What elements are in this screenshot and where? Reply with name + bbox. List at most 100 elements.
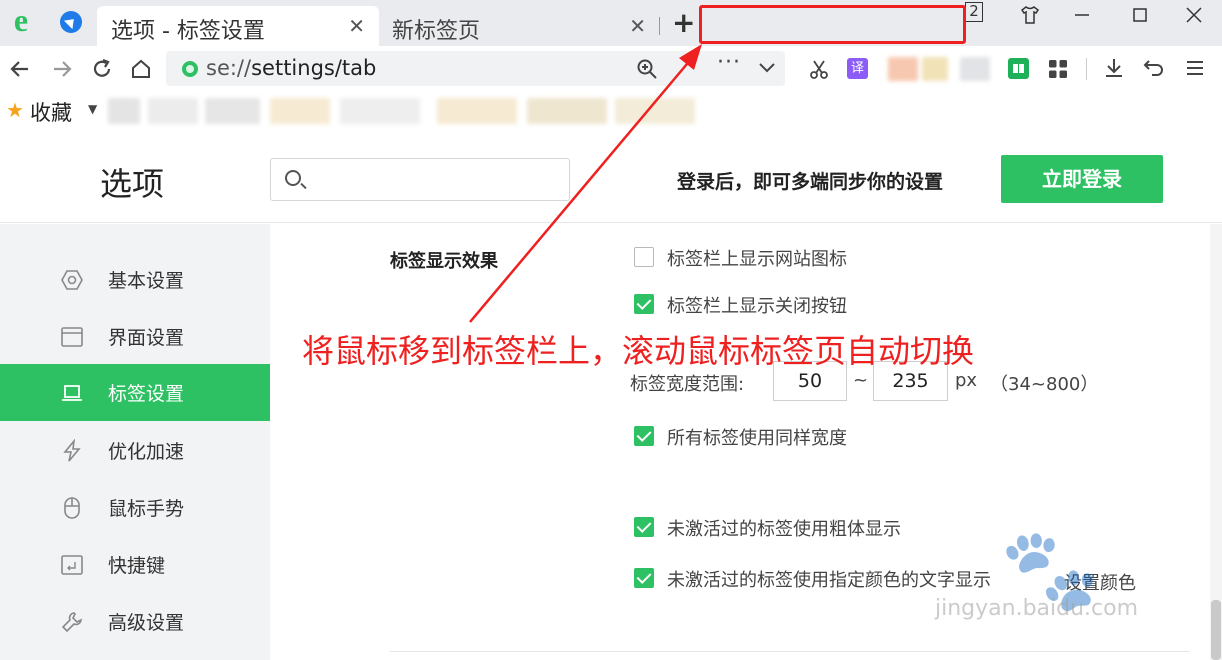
url-text[interactable]: se://settings/tab	[206, 56, 376, 80]
sidebar-item-interface[interactable]: 界面设置	[0, 308, 270, 365]
sidebar-item-label: 基本设置	[108, 270, 185, 292]
settings-search-input[interactable]	[270, 158, 570, 201]
toolbar-divider	[1086, 58, 1087, 80]
download-icon[interactable]	[1103, 57, 1125, 79]
skin-icon[interactable]	[1006, 0, 1054, 30]
reload-icon[interactable]	[90, 57, 114, 81]
blurred-bookmark[interactable]	[270, 98, 330, 124]
checkbox[interactable]	[634, 294, 654, 314]
home-icon[interactable]	[129, 57, 153, 81]
sidebar-item-label: 优化加速	[108, 441, 185, 463]
title-bar: e 选项 - 标签设置 ✕ 新标签页 ✕ + 2	[0, 0, 1222, 46]
annotation-text: 将鼠标移到标签栏上，滚动鼠标标签页自动切换	[302, 332, 975, 370]
sidebar-item-shortcuts[interactable]: 快捷键	[0, 536, 270, 593]
navigation-icon[interactable]	[60, 11, 82, 33]
sidebar-item-basic[interactable]: 基本设置	[0, 251, 270, 308]
caret-down-icon[interactable]: ▼	[88, 102, 97, 116]
divider	[390, 651, 1190, 652]
range-separator: ~	[853, 370, 869, 391]
tab-title: 新标签页	[392, 19, 481, 44]
login-button[interactable]: 立即登录	[1001, 155, 1163, 203]
maximize-icon[interactable]	[1116, 0, 1164, 30]
checkbox[interactable]	[634, 247, 654, 267]
hexagon-icon	[61, 270, 83, 290]
back-icon[interactable]	[8, 57, 32, 81]
option-label: 未激活过的标签使用粗体显示	[667, 519, 901, 540]
blurred-extension-icon[interactable]	[888, 57, 918, 81]
sidebar-item-label: 快捷键	[108, 555, 166, 577]
range-hint: （34~800）	[990, 374, 1099, 395]
minimize-icon[interactable]	[1058, 0, 1106, 30]
sync-prompt-text: 登录后，即可多端同步你的设置	[677, 171, 944, 193]
url-prefix: se://	[206, 56, 252, 80]
keyboard-icon	[61, 555, 83, 575]
blurred-extension-icon[interactable]	[960, 57, 990, 81]
zoom-icon[interactable]	[636, 58, 658, 80]
blurred-bookmark[interactable]	[615, 98, 695, 124]
sidebar-item-mouse-gesture[interactable]: 鼠标手势	[0, 479, 270, 536]
settings-header: 选项 登录后，即可多端同步你的设置 立即登录	[0, 131, 1222, 223]
apps-icon[interactable]	[1047, 58, 1069, 80]
section-label: 标签显示效果	[390, 251, 498, 272]
wrench-icon	[61, 612, 82, 633]
blurred-bookmark[interactable]	[148, 98, 198, 124]
bookmarks-label[interactable]: 收藏	[30, 97, 72, 127]
settings-sidebar: 基本设置 界面设置 标签设置 优化加速 鼠标手势 快捷键 高级设置	[0, 224, 270, 660]
sidebar-item-label: 标签设置	[108, 383, 185, 405]
blurred-bookmark[interactable]	[108, 98, 140, 124]
scrollbar-thumb[interactable]	[1211, 600, 1221, 660]
tab-new-tab-page[interactable]: 新标签页 ✕	[380, 6, 660, 46]
bookmarks-bar: ★ 收藏 ▼	[0, 91, 1222, 131]
translate-icon[interactable]: 译	[847, 58, 868, 79]
address-toolbar: se://settings/tab ··· 译	[0, 46, 1222, 91]
new-tab-button[interactable]: +	[672, 6, 695, 39]
option-label: 所有标签使用同样宽度	[667, 428, 847, 449]
more-icon[interactable]: ···	[717, 50, 741, 75]
sidebar-item-tabs[interactable]: 标签设置	[0, 364, 270, 421]
option-label: 标签栏上显示网站图标	[667, 249, 847, 270]
sidebar-item-advanced[interactable]: 高级设置	[0, 593, 270, 650]
lightning-icon	[63, 439, 81, 462]
star-icon: ★	[6, 98, 24, 122]
secure-shield-icon	[182, 61, 198, 77]
sidebar-item-label: 高级设置	[108, 612, 185, 634]
tab-close-icon[interactable]: ✕	[348, 14, 365, 38]
address-bar[interactable]: se://settings/tab	[166, 51, 785, 86]
scrollbar[interactable]	[1210, 224, 1222, 660]
reader-icon[interactable]	[1008, 58, 1029, 79]
blurred-extension-icon[interactable]	[922, 57, 948, 81]
page-title: 选项	[100, 165, 165, 203]
watermark-text: jingyan.baidu.com	[935, 596, 1139, 621]
sidebar-item-label: 鼠标手势	[108, 498, 185, 520]
checkbox[interactable]	[634, 426, 654, 446]
tab-close-icon[interactable]: ✕	[629, 14, 646, 38]
laptop-icon	[62, 385, 82, 401]
window-count-badge[interactable]: 2	[965, 2, 983, 22]
menu-icon[interactable]	[1184, 57, 1206, 79]
url-path: settings/tab	[251, 56, 377, 80]
search-icon	[285, 170, 301, 186]
tab-width-label: 标签宽度范围:	[630, 374, 745, 395]
window-icon	[61, 327, 83, 347]
cut-icon[interactable]	[808, 58, 830, 80]
tab-separator	[659, 17, 660, 35]
chevron-down-icon[interactable]	[757, 60, 777, 76]
undo-icon[interactable]	[1143, 57, 1165, 79]
unit-label: px	[955, 370, 978, 391]
tab-title: 选项 - 标签设置	[111, 19, 265, 44]
tab-settings[interactable]: 选项 - 标签设置 ✕	[97, 6, 379, 46]
close-icon[interactable]	[1170, 0, 1218, 30]
sidebar-item-label: 界面设置	[108, 327, 185, 349]
option-label: 标签栏上显示关闭按钮	[667, 296, 847, 317]
forward-icon[interactable]	[50, 57, 74, 81]
mouse-icon	[64, 497, 80, 519]
sidebar-item-optimize[interactable]: 优化加速	[0, 422, 270, 479]
blurred-bookmark[interactable]	[437, 98, 517, 124]
search-field[interactable]	[311, 165, 561, 195]
browser-logo-icon: e	[13, 2, 29, 38]
checkbox[interactable]	[634, 568, 654, 588]
blurred-bookmark[interactable]	[340, 98, 420, 124]
blurred-bookmark[interactable]	[205, 98, 260, 124]
checkbox[interactable]	[634, 517, 654, 537]
blurred-bookmark[interactable]	[527, 98, 607, 124]
